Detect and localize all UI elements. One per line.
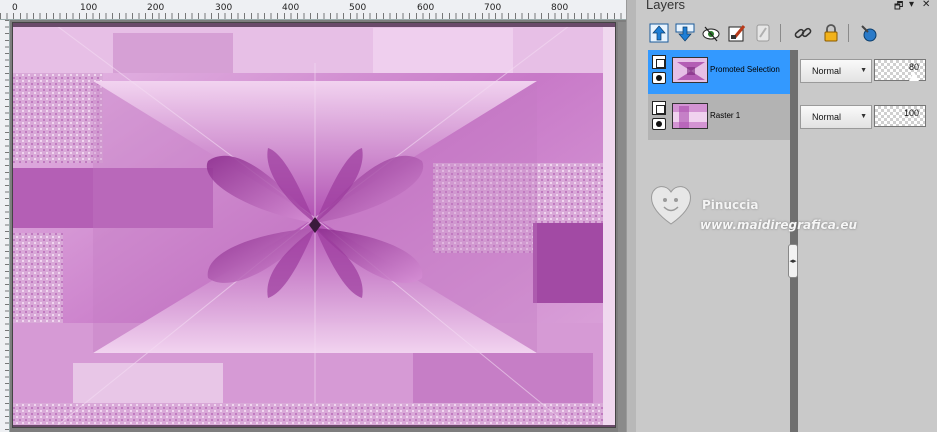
watermark: Pinuccia www.maidiregrafica.eu xyxy=(644,178,884,248)
layer-name[interactable]: Promoted Selection xyxy=(710,65,780,74)
ruler-tick: 800 xyxy=(551,3,569,13)
opacity-field[interactable]: 80 xyxy=(874,59,926,82)
visibility-toggle-icon[interactable] xyxy=(700,22,722,44)
vertical-ruler xyxy=(0,20,10,432)
panel-header: Layers 🗗 ▾ ✕ xyxy=(636,0,937,14)
layer-row-promoted-selection[interactable]: Promoted Selection xyxy=(648,50,790,94)
watermark-url: www.maidiregrafica.eu xyxy=(700,218,858,232)
heart-logo-icon xyxy=(651,186,691,225)
layer-thumbnail xyxy=(672,57,708,83)
eye-icon[interactable] xyxy=(652,118,666,130)
canvas-scroll-gutter[interactable] xyxy=(618,22,626,432)
layer-name[interactable]: Raster 1 xyxy=(710,111,740,120)
blend-mode-select[interactable]: Normal ▼ xyxy=(800,59,872,83)
ruler-tick: 600 xyxy=(417,3,435,13)
opacity-value: 80 xyxy=(908,62,919,72)
layer-props-row: Normal ▼ 100 xyxy=(800,96,937,140)
layers-toolbar xyxy=(636,18,937,48)
new-raster-layer-icon[interactable] xyxy=(648,22,670,44)
ruler-marks xyxy=(5,20,9,432)
layer-thumbnail xyxy=(672,103,708,129)
horizontal-ruler: 0 100 200 300 400 500 600 700 800 xyxy=(0,0,626,20)
ruler-tick: 0 xyxy=(12,3,18,13)
pin-icon[interactable]: ✕ xyxy=(922,0,930,10)
ruler-tick: 400 xyxy=(282,3,300,13)
layers-list: Promoted Selection Raster 1 xyxy=(648,50,790,140)
layer-lock-icon[interactable] xyxy=(652,55,666,69)
watermark-name: Pinuccia xyxy=(702,198,759,212)
layer-properties: Normal ▼ 80 Normal ▼ 100 xyxy=(800,50,937,140)
panel-menu-icon[interactable]: ▾ xyxy=(909,0,914,10)
layer-icons xyxy=(652,101,668,130)
layer-icons xyxy=(652,55,668,84)
opacity-slider-handle[interactable] xyxy=(908,72,920,82)
mask-icon[interactable] xyxy=(752,22,774,44)
layer-row-raster-1[interactable]: Raster 1 xyxy=(648,96,790,140)
canvas-artwork xyxy=(13,23,615,427)
blend-mode-select[interactable]: Normal ▼ xyxy=(800,105,872,129)
ruler-tick: 300 xyxy=(215,3,233,13)
blend-mode-value: Normal xyxy=(812,112,842,122)
ruler-tick: 100 xyxy=(80,3,98,13)
chevron-down-icon: ▼ xyxy=(860,67,867,74)
ruler-marks xyxy=(0,13,626,19)
ruler-tick: 500 xyxy=(349,3,367,13)
toolbar-separator xyxy=(780,24,781,42)
layer-props-row: Normal ▼ 80 xyxy=(800,50,937,94)
blend-mode-value: Normal xyxy=(812,66,842,76)
delete-layer-icon[interactable] xyxy=(858,22,880,44)
eye-icon[interactable] xyxy=(652,72,666,84)
layer-lock-icon[interactable] xyxy=(652,101,666,115)
panel-splitter[interactable] xyxy=(626,0,636,432)
ruler-tick: 200 xyxy=(147,3,165,13)
opacity-value: 100 xyxy=(903,108,919,118)
image-canvas[interactable] xyxy=(12,22,616,428)
divider-handle-icon[interactable]: ◂▸ xyxy=(788,244,798,278)
toolbar-separator xyxy=(848,24,849,42)
opacity-field[interactable]: 100 xyxy=(874,105,926,127)
panel-title: Layers xyxy=(646,0,686,12)
chevron-down-icon: ▼ xyxy=(860,113,867,120)
new-vector-layer-icon[interactable] xyxy=(674,22,696,44)
new-adjustment-layer-icon[interactable] xyxy=(726,22,748,44)
link-icon[interactable] xyxy=(792,22,814,44)
ruler-tick: 700 xyxy=(484,3,502,13)
restore-window-icon[interactable]: 🗗 xyxy=(894,0,903,16)
canvas-area[interactable]: 0 100 200 300 400 500 600 700 800 xyxy=(0,0,626,432)
lock-icon[interactable] xyxy=(820,22,842,44)
